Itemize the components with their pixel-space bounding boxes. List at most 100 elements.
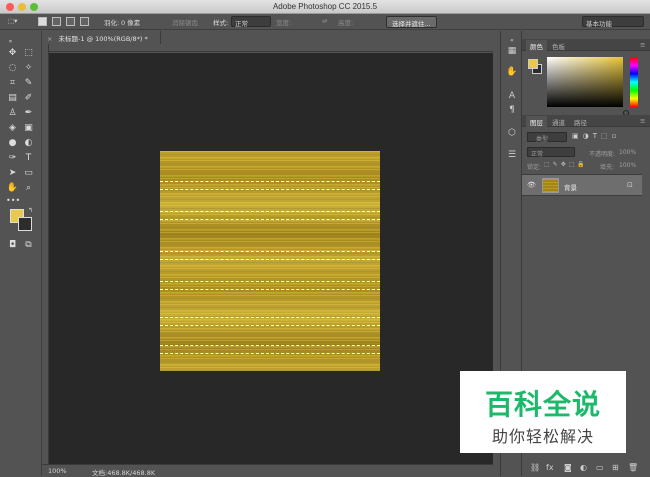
- type-icon[interactable]: T: [22, 152, 35, 164]
- paragraph-panel-icon[interactable]: ¶: [506, 104, 518, 116]
- document-image[interactable]: [160, 151, 380, 371]
- layer-style-icon[interactable]: fx: [546, 463, 554, 472]
- document-tab[interactable]: × 未标题-1 @ 100%(RGB/8*) *: [43, 31, 161, 44]
- vertical-ruler[interactable]: [42, 44, 49, 464]
- selection-marquee: [160, 317, 380, 318]
- hue-slider[interactable]: [630, 57, 638, 107]
- marquee-preset-icon[interactable]: ⬚▾: [8, 17, 17, 25]
- status-bar: 100% 文档:468.8K/468.8K: [42, 464, 493, 477]
- screen-mode-icon[interactable]: ⧉: [22, 239, 35, 251]
- history-panel-icon[interactable]: ▦: [506, 45, 518, 57]
- selection-marquee: [160, 181, 380, 182]
- canvas-area[interactable]: [49, 53, 493, 464]
- eraser-icon[interactable]: ◈: [6, 122, 19, 134]
- healing-icon[interactable]: ▤: [6, 92, 19, 104]
- zoom-icon[interactable]: ⌕: [22, 182, 35, 194]
- horizontal-ruler[interactable]: [49, 44, 493, 52]
- tab-paths[interactable]: 路径: [570, 116, 591, 127]
- new-selection-icon[interactable]: [38, 17, 47, 26]
- panel-menu-icon[interactable]: ≡: [636, 40, 649, 51]
- selection-marquee: [160, 325, 380, 326]
- quick-mask-icon[interactable]: ◘: [6, 239, 19, 251]
- brush-presets-icon[interactable]: ✋: [506, 66, 518, 78]
- lock-label: 锁定:: [527, 164, 542, 171]
- opacity-label: 不透明度:: [589, 151, 616, 158]
- panel-foreground-swatch[interactable]: [528, 59, 538, 69]
- layers-menu-icon[interactable]: ≡: [636, 116, 649, 127]
- dodge-icon[interactable]: ◐: [22, 137, 35, 149]
- workspace-select[interactable]: 基本功能: [582, 16, 644, 28]
- new-layer-icon[interactable]: ⊞: [612, 463, 619, 472]
- character-panel-icon[interactable]: A: [506, 90, 518, 102]
- layer-name[interactable]: 背景: [564, 182, 577, 192]
- link-layers-icon[interactable]: ⛓: [530, 463, 540, 472]
- more-tools-icon[interactable]: •••: [6, 195, 20, 207]
- layer-lock-icon[interactable]: ⊡: [627, 181, 633, 189]
- tab-layers[interactable]: 图层: [526, 116, 547, 127]
- history-brush-icon[interactable]: ✒: [22, 107, 35, 119]
- watermark-title: 百科全说: [484, 388, 601, 421]
- eyedropper-icon[interactable]: ✎: [22, 77, 35, 89]
- background-color-swatch[interactable]: [18, 217, 32, 231]
- tab-color[interactable]: 颜色: [526, 40, 547, 51]
- selection-marquee: [160, 211, 380, 212]
- gradient-icon[interactable]: ▣: [22, 122, 35, 134]
- subtract-selection-icon[interactable]: [66, 17, 75, 26]
- shape-icon[interactable]: ▭: [22, 167, 35, 179]
- adjustments-panel-icon[interactable]: ☰: [506, 149, 518, 161]
- selection-marquee: [160, 353, 380, 354]
- delete-layer-icon[interactable]: 🗑: [628, 463, 638, 472]
- style-label: 样式:: [213, 19, 229, 27]
- fill-value[interactable]: 100%: [619, 162, 636, 169]
- selection-marquee: [160, 281, 380, 282]
- filter-icons[interactable]: ▣◑T⬚▫: [572, 132, 620, 140]
- path-select-icon[interactable]: ➤: [6, 167, 19, 179]
- layer-kind-filter[interactable]: 类型: [527, 132, 567, 143]
- hand-icon[interactable]: ✋: [6, 182, 19, 194]
- move-icon[interactable]: ✥: [6, 47, 19, 59]
- add-mask-icon[interactable]: ◙: [564, 463, 572, 472]
- blur-icon[interactable]: ●: [6, 137, 19, 149]
- feather-label: 羽化:: [104, 19, 120, 27]
- feather-value[interactable]: 0 像素: [121, 17, 140, 27]
- app-title: Adobe Photoshop CC 2015.5: [272, 2, 378, 11]
- watermark-subtitle: 助你轻松解决: [491, 427, 594, 446]
- lasso-icon[interactable]: ◌: [6, 62, 19, 74]
- add-selection-icon[interactable]: [52, 17, 61, 26]
- visibility-eye-icon[interactable]: 👁: [527, 181, 536, 189]
- document-title: 未标题-1 @ 100%(RGB/8*) *: [58, 35, 148, 43]
- selection-marquee: [160, 345, 380, 346]
- close-document-icon[interactable]: ×: [47, 35, 52, 43]
- swap-colors-icon[interactable]: ↰: [24, 205, 37, 217]
- layer-thumbnail: [542, 178, 559, 193]
- selection-marquee: [160, 259, 380, 260]
- opacity-value[interactable]: 100%: [619, 149, 636, 156]
- magic-wand-icon[interactable]: ✧: [22, 62, 35, 74]
- select-and-mask-button[interactable]: 选择并遮住...: [386, 16, 437, 28]
- intersect-selection-icon[interactable]: [80, 17, 89, 26]
- tab-swatches[interactable]: 色板: [548, 40, 569, 51]
- style-select[interactable]: 正常: [231, 16, 271, 28]
- zoom-level[interactable]: 100%: [48, 467, 67, 475]
- 3d-panel-icon[interactable]: ⬡: [506, 127, 518, 139]
- crop-icon[interactable]: ⌗: [6, 77, 19, 89]
- fill-label: 填充:: [600, 164, 615, 171]
- antialias-label[interactable]: 消除锯齿: [172, 17, 198, 27]
- color-picker-field[interactable]: [547, 57, 629, 116]
- options-bar: ⬚▾ 羽化: 0 像素 消除锯齿 样式: 正常 宽度: ⇄ 高度: 选择并遮住.…: [0, 14, 650, 30]
- brush-icon[interactable]: ✐: [22, 92, 35, 104]
- tab-channels[interactable]: 通道: [548, 116, 569, 127]
- adjustment-layer-icon[interactable]: ◐: [580, 463, 587, 472]
- blend-mode-select[interactable]: 正常: [527, 147, 575, 158]
- width-label: 宽度:: [276, 19, 292, 27]
- marquee-icon[interactable]: ⬚: [22, 47, 35, 59]
- color-panel-tabs: 颜色 色板 ≡: [522, 39, 650, 51]
- lock-icons[interactable]: ⬚✎✥⬚🔒: [544, 161, 588, 168]
- pen-icon[interactable]: ✑: [6, 152, 19, 164]
- stamp-icon[interactable]: ♙: [6, 107, 19, 119]
- swap-icon[interactable]: ⇄: [322, 17, 327, 25]
- selection-marquee: [160, 219, 380, 220]
- new-group-icon[interactable]: ▭: [596, 463, 604, 472]
- layer-row-background[interactable]: 👁 背景 ⊡: [522, 174, 642, 196]
- selection-marquee: [160, 189, 380, 190]
